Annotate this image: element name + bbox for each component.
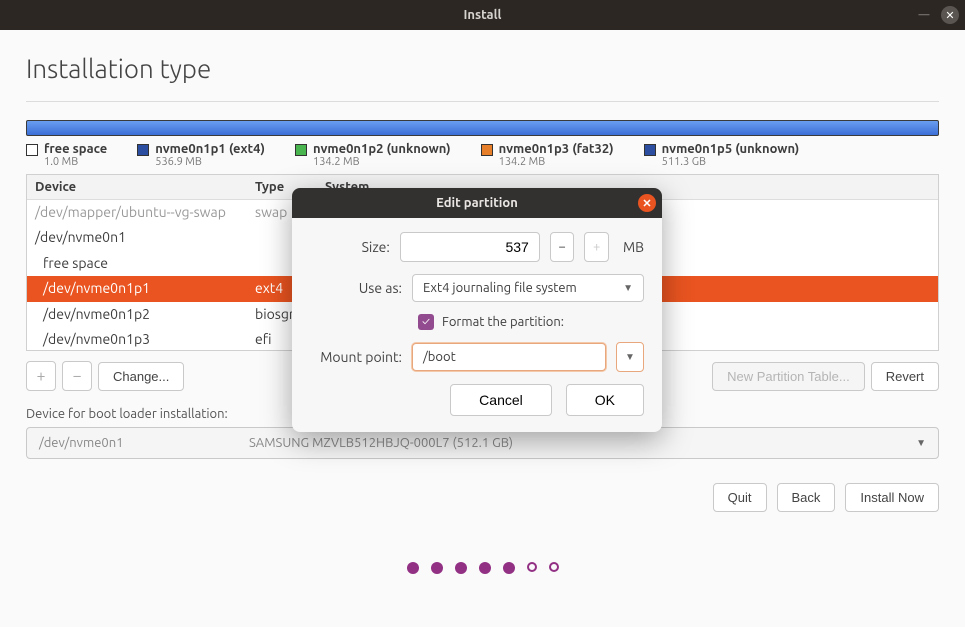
mount-point-dropdown-button[interactable]: ▼ bbox=[616, 342, 644, 372]
mount-point-value: /boot bbox=[423, 350, 456, 364]
format-checkbox[interactable]: ✓ bbox=[418, 314, 434, 330]
revert-button[interactable]: Revert bbox=[871, 362, 939, 391]
progress-dot bbox=[527, 562, 537, 572]
size-label: Size: bbox=[310, 239, 390, 255]
change-button[interactable]: Change... bbox=[98, 362, 184, 391]
edit-partition-dialog: Edit partition ✕ Size: − + MB Use as: Ex… bbox=[292, 188, 662, 432]
chevron-down-icon: ▼ bbox=[916, 437, 926, 449]
legend-item: nvme0n1p1 (ext4) 536.9 MB bbox=[137, 142, 265, 168]
install-now-button[interactable]: Install Now bbox=[845, 483, 939, 512]
legend-size: 1.0 MB bbox=[44, 156, 107, 168]
progress-dot bbox=[431, 562, 443, 574]
progress-dots bbox=[26, 562, 939, 574]
page-heading: Installation type bbox=[26, 54, 939, 83]
chevron-down-icon: ▼ bbox=[623, 282, 633, 294]
cell-device: /dev/nvme0n1p2 bbox=[27, 302, 247, 327]
use-as-label: Use as: bbox=[310, 280, 402, 296]
dialog-header: Edit partition ✕ bbox=[292, 188, 662, 218]
bootloader-device: /dev/nvme0n1 bbox=[39, 436, 249, 450]
legend-size: 134.2 MB bbox=[499, 156, 614, 168]
cell-device: /dev/nvme0n1p3 bbox=[27, 327, 247, 350]
format-label: Format the partition: bbox=[442, 315, 564, 329]
size-unit: MB bbox=[623, 239, 644, 255]
window-controls: — ✕ bbox=[915, 6, 959, 24]
disk-usage-bar bbox=[26, 120, 939, 136]
legend-swatch bbox=[295, 144, 307, 156]
window-title: Install bbox=[464, 8, 502, 22]
dialog-buttons: Cancel OK bbox=[310, 384, 644, 416]
remove-partition-button[interactable]: − bbox=[62, 361, 92, 391]
dialog-body: Size: − + MB Use as: Ext4 journaling fil… bbox=[292, 218, 662, 432]
mount-label: Mount point: bbox=[310, 349, 402, 365]
legend-size: 536.9 MB bbox=[155, 156, 265, 168]
legend-item: free space 1.0 MB bbox=[26, 142, 107, 168]
format-row: ✓ Format the partition: bbox=[418, 314, 644, 330]
legend-name: nvme0n1p1 (ext4) bbox=[155, 142, 265, 156]
right-actions: New Partition Table... Revert bbox=[712, 362, 939, 391]
use-as-select[interactable]: Ext4 journaling file system ▼ bbox=[412, 274, 644, 302]
cell-device: /dev/nvme0n1p1 bbox=[27, 276, 247, 301]
cell-device: /dev/nvme0n1 bbox=[27, 225, 247, 250]
size-input[interactable] bbox=[400, 232, 540, 262]
cancel-button[interactable]: Cancel bbox=[450, 384, 552, 416]
legend-name: nvme0n1p5 (unknown) bbox=[662, 142, 800, 156]
use-as-row: Use as: Ext4 journaling file system ▼ bbox=[310, 274, 644, 302]
legend-name: nvme0n1p3 (fat32) bbox=[499, 142, 614, 156]
legend-swatch bbox=[644, 144, 656, 156]
ok-button[interactable]: OK bbox=[566, 384, 644, 416]
use-as-value: Ext4 journaling file system bbox=[423, 281, 577, 295]
legend-size: 134.2 MB bbox=[313, 156, 451, 168]
minimize-icon[interactable]: — bbox=[915, 6, 933, 24]
cell-device: /dev/mapper/ubuntu--vg-swap bbox=[27, 200, 247, 225]
nav-buttons: Quit Back Install Now bbox=[26, 483, 939, 512]
divider bbox=[26, 101, 939, 102]
dialog-close-icon[interactable]: ✕ bbox=[638, 194, 656, 212]
progress-dot bbox=[479, 562, 491, 574]
legend-item: nvme0n1p5 (unknown) 511.3 GB bbox=[644, 142, 800, 168]
size-row: Size: − + MB bbox=[310, 232, 644, 262]
add-partition-button[interactable]: + bbox=[26, 361, 56, 391]
legend-swatch bbox=[481, 144, 493, 156]
dialog-title: Edit partition bbox=[436, 196, 518, 210]
partition-legend: free space 1.0 MB nvme0n1p1 (ext4) 536.9… bbox=[26, 142, 939, 168]
chevron-down-icon: ▼ bbox=[625, 351, 635, 363]
th-device[interactable]: Device bbox=[27, 175, 247, 199]
left-actions: + − Change... bbox=[26, 361, 184, 391]
cell-device: free space bbox=[27, 251, 247, 276]
size-increment-button[interactable]: + bbox=[584, 232, 609, 262]
bootloader-desc: SAMSUNG MZVLB512HBJQ-000L7 (512.1 GB) bbox=[249, 436, 916, 450]
legend-name: free space bbox=[44, 142, 107, 156]
progress-dot bbox=[549, 562, 559, 572]
close-icon[interactable]: ✕ bbox=[941, 6, 959, 24]
quit-button[interactable]: Quit bbox=[713, 483, 767, 512]
progress-dot bbox=[455, 562, 467, 574]
size-decrement-button[interactable]: − bbox=[550, 232, 575, 262]
legend-swatch bbox=[137, 144, 149, 156]
legend-item: nvme0n1p2 (unknown) 134.2 MB bbox=[295, 142, 451, 168]
legend-swatch bbox=[26, 144, 38, 156]
progress-dot bbox=[407, 562, 419, 574]
legend-size: 511.3 GB bbox=[662, 156, 800, 168]
new-partition-table-button[interactable]: New Partition Table... bbox=[712, 362, 865, 391]
legend-name: nvme0n1p2 (unknown) bbox=[313, 142, 451, 156]
legend-item: nvme0n1p3 (fat32) 134.2 MB bbox=[481, 142, 614, 168]
mount-row: Mount point: /boot ▼ bbox=[310, 342, 644, 372]
window-titlebar: Install — ✕ bbox=[0, 0, 965, 30]
back-button[interactable]: Back bbox=[777, 483, 836, 512]
progress-dot bbox=[503, 562, 515, 574]
mount-point-select[interactable]: /boot bbox=[412, 343, 606, 371]
